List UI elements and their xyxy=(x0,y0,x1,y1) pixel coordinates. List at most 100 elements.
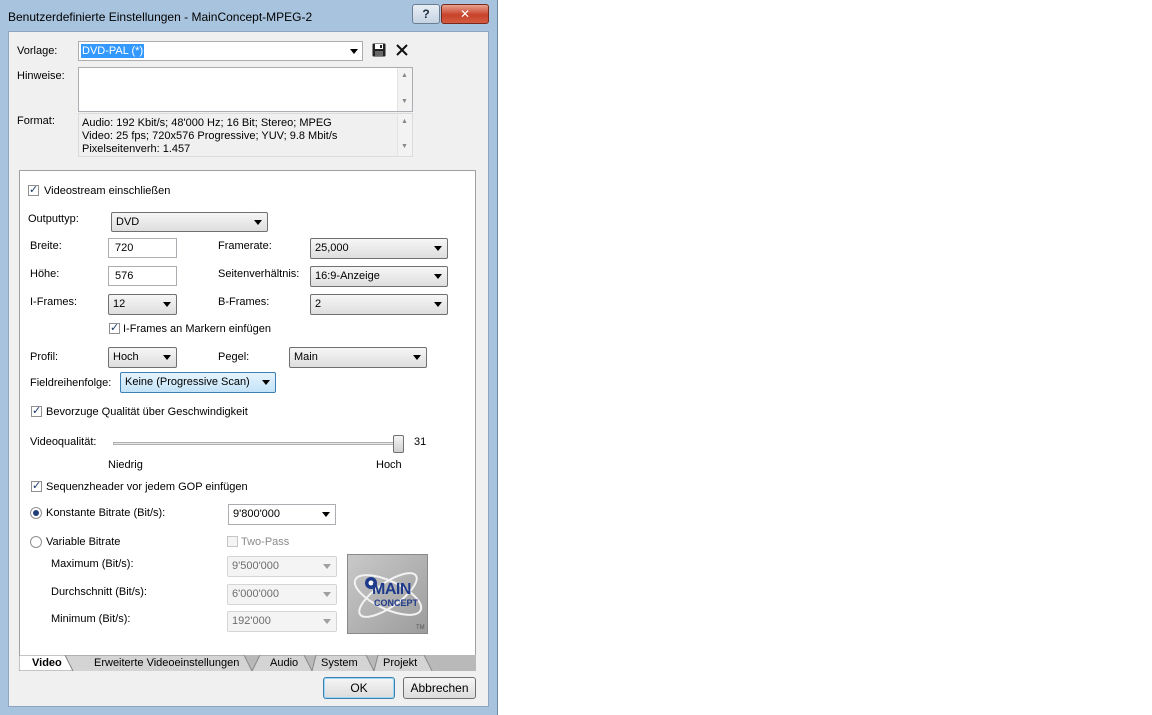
bframes-label: B-Frames: xyxy=(218,296,270,308)
tab-video[interactable]: Video xyxy=(32,655,62,671)
close-button[interactable]: ✕ xyxy=(441,4,489,24)
chevron-down-icon xyxy=(413,355,421,360)
format-text: Audio: 192 Kbit/s; 48'000 Hz; 16 Bit; St… xyxy=(82,117,337,156)
variable-bitrate-label: Variable Bitrate xyxy=(46,536,121,548)
durchschnitt-value: 6'000'000 xyxy=(232,588,280,600)
fieldreihenfolge-value: Keine (Progressive Scan) xyxy=(125,376,250,388)
framerate-value: 25,000 xyxy=(315,242,349,254)
hinweise-label: Hinweise: xyxy=(17,70,65,82)
constant-bitrate-value: 9'800'000 xyxy=(233,508,281,520)
logo-main-text: MAIN xyxy=(372,581,411,598)
include-video-label: Videostream einschließen xyxy=(44,185,171,197)
tab-projekt[interactable]: Projekt xyxy=(383,655,417,671)
framerate-label: Framerate: xyxy=(218,240,272,252)
save-icon[interactable] xyxy=(371,42,387,58)
minimum-select[interactable]: 192'000 xyxy=(227,611,337,632)
help-button[interactable]: ? xyxy=(412,4,440,24)
breite-label: Breite: xyxy=(30,240,62,252)
hinweise-scrollbar[interactable]: ▲ ▼ xyxy=(397,68,412,111)
durchschnitt-select[interactable]: 6'000'000 xyxy=(227,584,337,605)
quality-value: 31 xyxy=(414,436,427,448)
seitenverhaeltnis-value: 16:9-Anzeige xyxy=(315,270,380,282)
maximum-select[interactable]: 9'500'000 xyxy=(227,556,337,577)
format-line: Video: 25 fps; 720x576 Progressive; YUV;… xyxy=(82,130,338,142)
chevron-down-icon xyxy=(163,355,171,360)
format-info: Audio: 192 Kbit/s; 48'000 Hz; 16 Bit; St… xyxy=(78,113,413,157)
format-scrollbar[interactable]: ▲ ▼ xyxy=(397,114,412,156)
outputtyp-label: Outputtyp: xyxy=(28,213,79,225)
vorlage-combo[interactable]: DVD-PAL (*) xyxy=(78,41,363,61)
maximum-label: Maximum (Bit/s): xyxy=(51,558,134,570)
logo-concept-text: CONCEPT xyxy=(374,598,419,608)
tab-erweiterte-videoeinstellungen[interactable]: Erweiterte Videoeinstellungen xyxy=(94,655,239,671)
outputtyp-value: DVD xyxy=(116,216,140,228)
variable-bitrate-radio[interactable] xyxy=(30,536,42,548)
fieldreihenfolge-select[interactable]: Keine (Progressive Scan) xyxy=(120,372,276,393)
scroll-down-icon: ▼ xyxy=(401,98,408,105)
bframes-value: 2 xyxy=(315,298,322,310)
chevron-down-icon xyxy=(254,220,262,225)
minimum-label: Minimum (Bit/s): xyxy=(51,613,131,625)
logo-tm: TM xyxy=(416,625,425,631)
profil-select[interactable]: Hoch xyxy=(108,347,177,368)
vorlage-label: Vorlage: xyxy=(17,45,58,57)
format-line: Pixelseitenverh: 1.457 xyxy=(82,143,191,155)
outputtyp-select[interactable]: DVD xyxy=(111,212,268,232)
chevron-down-icon xyxy=(350,49,358,54)
quality-slider-thumb[interactable] xyxy=(393,435,404,453)
quality-slider-track[interactable] xyxy=(113,442,402,445)
quality-max-label: Hoch xyxy=(376,459,402,471)
minimum-value: 192'000 xyxy=(232,615,271,627)
constant-bitrate-select[interactable]: 9'800'000 xyxy=(228,504,336,525)
profil-value: Hoch xyxy=(113,351,139,363)
bframes-select[interactable]: 2 xyxy=(310,294,448,315)
iframes-label: I-Frames: xyxy=(30,296,78,308)
chevron-down-icon xyxy=(323,592,331,597)
pegel-select[interactable]: Main xyxy=(289,347,427,368)
seitenverhaeltnis-select[interactable]: 16:9-Anzeige xyxy=(310,266,448,287)
iframes-markers-checkbox[interactable]: ✓ xyxy=(109,323,120,334)
fieldreihenfolge-label: Fieldreihenfolge: xyxy=(30,377,112,389)
tab-audio[interactable]: Audio xyxy=(270,655,298,671)
pegel-value: Main xyxy=(294,351,318,363)
framerate-select[interactable]: 25,000 xyxy=(310,238,448,259)
constant-bitrate-radio[interactable] xyxy=(30,507,42,519)
window-title: Benutzerdefinierte Einstellungen - MainC… xyxy=(8,10,313,24)
breite-input[interactable]: 720 xyxy=(108,238,177,258)
prefer-quality-label: Bevorzuge Qualität über Geschwindigkeit xyxy=(46,406,248,418)
iframes-value: 12 xyxy=(113,298,126,310)
chevron-down-icon xyxy=(262,380,270,385)
videoqualitaet-label: Videoqualität: xyxy=(30,436,97,448)
hinweise-textarea[interactable]: ▲ ▼ xyxy=(78,67,413,112)
seq-header-label: Sequenzheader vor jedem GOP einfügen xyxy=(46,481,248,493)
vorlage-value: DVD-PAL (*) xyxy=(81,44,145,58)
chevron-down-icon xyxy=(163,302,171,307)
scroll-up-icon: ▲ xyxy=(401,118,408,125)
profil-label: Profil: xyxy=(30,351,59,363)
two-pass-label: Two-Pass xyxy=(241,536,290,548)
tab-bar: Video Erweiterte Videoeinstellungen Audi… xyxy=(19,655,476,671)
format-label: Format: xyxy=(17,115,55,127)
include-video-checkbox[interactable]: ✓ xyxy=(28,185,39,196)
format-line: Audio: 192 Kbit/s; 48'000 Hz; 16 Bit; St… xyxy=(82,117,332,129)
prefer-quality-checkbox[interactable]: ✓ xyxy=(31,406,42,417)
mainconcept-logo: MAIN CONCEPT TM xyxy=(347,554,428,634)
quality-min-label: Niedrig xyxy=(108,459,143,471)
cancel-button[interactable]: Abbrechen xyxy=(403,677,476,699)
seq-header-checkbox[interactable]: ✓ xyxy=(31,481,42,492)
ok-button[interactable]: OK xyxy=(323,677,395,699)
tab-system[interactable]: System xyxy=(321,655,358,671)
maximum-value: 9'500'000 xyxy=(232,560,280,572)
iframes-markers-label: I-Frames an Markern einfügen xyxy=(123,323,271,335)
durchschnitt-label: Durchschnitt (Bit/s): xyxy=(51,586,147,598)
chevron-down-icon xyxy=(322,512,330,517)
chevron-down-icon xyxy=(323,564,331,569)
two-pass-checkbox[interactable] xyxy=(227,536,238,547)
delete-icon[interactable] xyxy=(394,42,410,58)
hoehe-input[interactable]: 576 xyxy=(108,266,177,286)
scroll-up-icon: ▲ xyxy=(401,72,408,79)
chevron-down-icon xyxy=(323,619,331,624)
iframes-select[interactable]: 12 xyxy=(108,294,177,315)
chevron-down-icon xyxy=(434,246,442,251)
radio-dot xyxy=(33,510,39,516)
